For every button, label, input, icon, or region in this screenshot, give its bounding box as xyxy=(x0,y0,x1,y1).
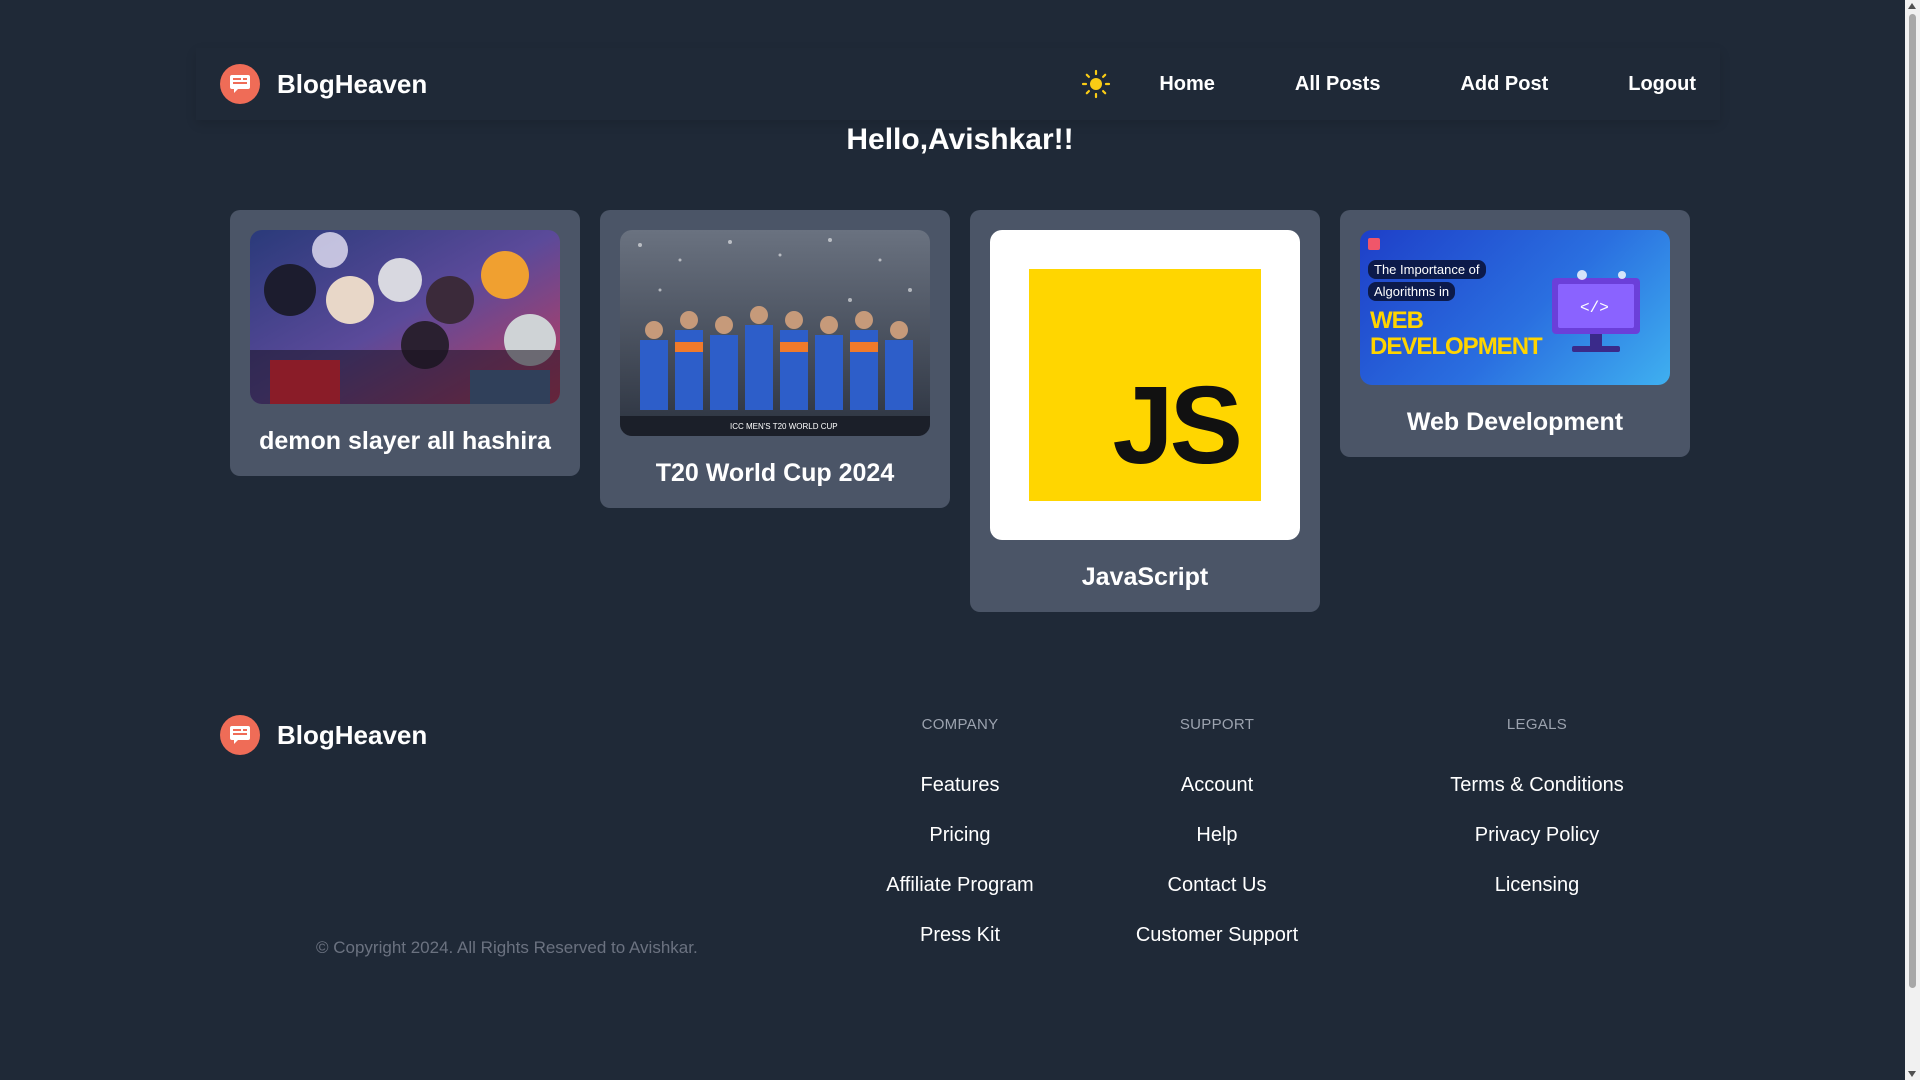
brand[interactable]: BlogHeaven xyxy=(220,64,427,104)
computer-illustration-icon: </> xyxy=(1552,270,1640,352)
nav-links: Home All Posts Add Post Logout xyxy=(1081,69,1696,99)
footer-column-heading: SUPPORT xyxy=(1179,716,1255,733)
page-scrollbar[interactable] xyxy=(1905,0,1920,1080)
post-image-anime xyxy=(250,230,560,404)
scroll-down-icon[interactable] xyxy=(1908,1071,1916,1077)
blog-logo-icon xyxy=(220,64,260,104)
footer-link-press-kit[interactable]: Press Kit xyxy=(860,923,1060,973)
footer-link-customer-support[interactable]: Customer Support xyxy=(1117,923,1317,973)
post-card-t20[interactable]: ICC MEN'S T20 WORLD CUP T20 World Cup 20… xyxy=(600,210,950,508)
nav-home[interactable]: Home xyxy=(1159,73,1215,96)
brand-name: BlogHeaven xyxy=(277,68,428,99)
nav-logout[interactable]: Logout xyxy=(1628,73,1696,96)
copyright: © Copyright 2024. All Rights Reserved to… xyxy=(316,938,698,957)
post-image-web-dev: The Importance of Algorithms in WEB DEVE… xyxy=(1360,230,1670,385)
web-dev-big2: DEVELOPMENT xyxy=(1370,333,1543,360)
post-card-javascript[interactable]: JS JavaScript xyxy=(970,210,1320,612)
nav-add-post[interactable]: Add Post xyxy=(1460,73,1548,96)
blog-logo-icon xyxy=(220,715,260,755)
scroll-up-icon[interactable] xyxy=(1908,3,1916,9)
navbar: BlogHeaven Home All Posts Add Post Logou… xyxy=(196,48,1720,120)
footer-brand-name: BlogHeaven xyxy=(277,719,428,750)
footer-column-heading: COMPANY xyxy=(921,716,999,733)
post-image-js-logo: JS xyxy=(990,230,1300,540)
web-dev-line2: Algorithms in xyxy=(1368,282,1456,301)
footer-legals-column: LEGALS Terms & Conditions Privacy Policy… xyxy=(1412,716,1662,923)
footer-link-features[interactable]: Features xyxy=(860,773,1060,823)
footer-link-account[interactable]: Account xyxy=(1117,773,1317,823)
post-card-demon-slayer[interactable]: demon slayer all hashira xyxy=(230,210,580,476)
footer-link-help[interactable]: Help xyxy=(1117,823,1317,873)
sun-icon[interactable] xyxy=(1081,69,1111,99)
footer-brand[interactable]: BlogHeaven xyxy=(220,715,427,755)
scrollbar-thumb[interactable] xyxy=(1909,14,1916,988)
greeting: Hello,Avishkar!! xyxy=(846,123,1074,156)
footer-company-column: COMPANY Features Pricing Affiliate Progr… xyxy=(860,716,1060,973)
post-title: T20 World Cup 2024 xyxy=(655,459,895,487)
post-image-cricket: ICC MEN'S T20 WORLD CUP xyxy=(620,230,930,436)
footer-support-column: SUPPORT Account Help Contact Us Customer… xyxy=(1117,716,1317,973)
web-dev-big1: WEB xyxy=(1370,307,1424,334)
footer-column-heading: LEGALS xyxy=(1506,716,1568,733)
footer-link-privacy[interactable]: Privacy Policy xyxy=(1412,823,1662,873)
post-title: JavaScript xyxy=(1081,563,1209,591)
footer-link-licensing[interactable]: Licensing xyxy=(1412,873,1662,923)
footer-link-affiliate[interactable]: Affiliate Program xyxy=(860,873,1060,923)
post-card-web-dev[interactable]: The Importance of Algorithms in WEB DEVE… xyxy=(1340,210,1690,457)
js-logo-text: JS xyxy=(1112,364,1243,487)
footer-link-pricing[interactable]: Pricing xyxy=(860,823,1060,873)
svg-text:</>: </> xyxy=(1580,299,1609,317)
footer-link-terms[interactable]: Terms & Conditions xyxy=(1412,773,1662,823)
footer-link-contact[interactable]: Contact Us xyxy=(1117,873,1317,923)
post-title: demon slayer all hashira xyxy=(259,427,551,455)
nav-all-posts[interactable]: All Posts xyxy=(1295,73,1381,96)
post-title: Web Development xyxy=(1406,408,1624,436)
svg-text:ICC MEN'S T20 WORLD CUP: ICC MEN'S T20 WORLD CUP xyxy=(730,422,838,431)
web-dev-line1: The Importance of xyxy=(1368,260,1486,279)
